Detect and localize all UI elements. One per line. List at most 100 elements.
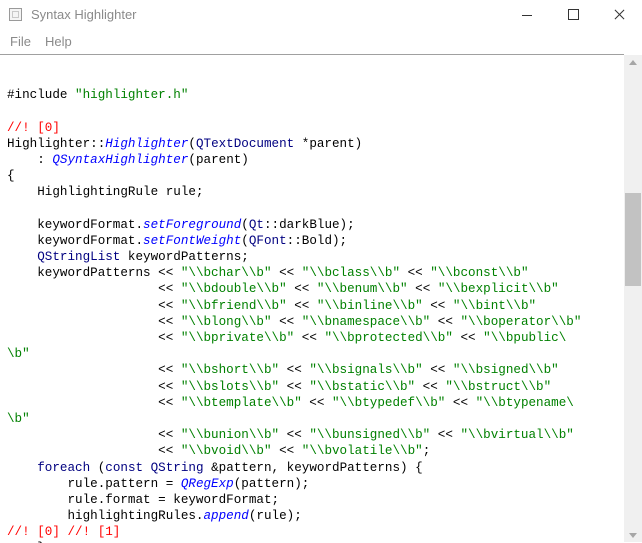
code-token: << xyxy=(279,363,310,378)
code-token-str: "\\bstruct\\b" xyxy=(445,379,552,394)
vertical-scrollbar[interactable] xyxy=(624,55,642,542)
code-token: ::darkBlue); xyxy=(263,217,355,232)
code-token: << xyxy=(7,363,181,378)
window-title: Syntax Highlighter xyxy=(31,7,137,22)
code-token: (pattern); xyxy=(233,476,310,491)
code-token: (parent) xyxy=(188,152,249,167)
code-token: << xyxy=(445,395,476,410)
code-token: << xyxy=(422,363,453,378)
code-token: << xyxy=(271,314,302,329)
code-line: HighlightingRule rule; xyxy=(7,184,581,200)
code-line: : QSyntaxHighlighter(parent) xyxy=(7,152,581,168)
minimize-button[interactable] xyxy=(504,0,550,30)
code-token-cmt: //! [0] //! [1] xyxy=(7,525,121,540)
code-token: *parent) xyxy=(294,136,363,151)
code-line: #include "highlighter.h" xyxy=(7,87,581,103)
code-token: << xyxy=(271,266,302,281)
code-line: QStringList keywordPatterns; xyxy=(7,249,581,265)
code-token: << xyxy=(452,331,484,345)
code-line: << "\\bslots\\b" << "\\bstatic\\b" << "\… xyxy=(7,379,581,395)
code-token-str: "highlighter.h" xyxy=(75,88,189,103)
code-token-str: "\\bsignals\\b" xyxy=(309,363,423,378)
code-token: << xyxy=(279,379,310,394)
code-token-str: "\\bslots\\b" xyxy=(180,379,280,394)
code-token-str: "\\bvoid\\b" xyxy=(180,444,272,459)
code-line: << "\\bprivate\\b" << "\\bprotected\\b" … xyxy=(7,330,581,346)
code-content[interactable]: #include "highlighter.h"//! [0] Highlight… xyxy=(7,71,581,543)
code-token-str: "\\bsigned\\b" xyxy=(452,363,559,378)
code-token: Highlighter:: xyxy=(7,136,106,151)
code-line: << "\\bunion\\b" << "\\bunsigned\\b" << … xyxy=(7,427,581,443)
code-token: << xyxy=(301,395,332,410)
code-token: << xyxy=(415,379,446,394)
code-token-str: "\\bclass\\b" xyxy=(301,266,401,281)
code-line: << "\\bvoid\\b" << "\\bvolatile\\b"; xyxy=(7,443,581,459)
code-token: << xyxy=(7,379,181,394)
code-token-str: "\\bstatic\\b" xyxy=(309,379,416,394)
menu-bar: File Help xyxy=(0,30,642,52)
code-token: << xyxy=(407,282,438,297)
maximize-button[interactable] xyxy=(550,0,596,30)
scroll-up-arrow-icon[interactable] xyxy=(629,60,637,65)
code-token-cmt: //! [0] xyxy=(7,120,60,135)
code-token-str: "\\bint\\b" xyxy=(452,298,537,313)
code-line: rule.format = keywordFormat; xyxy=(7,492,581,508)
code-token: << xyxy=(7,331,181,345)
code-token: { xyxy=(7,169,15,184)
code-token-kw: const xyxy=(105,460,144,475)
scroll-down-arrow-icon[interactable] xyxy=(629,533,637,538)
scrollbar-thumb[interactable] xyxy=(625,193,641,286)
code-token: ( xyxy=(90,460,106,475)
code-token-str: "\\binline\\b" xyxy=(316,298,423,313)
code-token-str: "\\bprotected\\b" xyxy=(324,331,453,345)
code-line: << "\\bfriend\\b" << "\\binline\\b" << "… xyxy=(7,298,581,314)
close-button[interactable] xyxy=(596,0,642,30)
code-token: << xyxy=(279,428,310,443)
code-token-str: "\\bprivate\\b" xyxy=(180,331,295,345)
code-token: << xyxy=(7,395,181,410)
code-token-fn: setForeground xyxy=(143,217,242,232)
code-line: \b" xyxy=(7,411,581,427)
code-token: ::Bold); xyxy=(286,233,348,248)
menu-help[interactable]: Help xyxy=(45,34,72,49)
app-icon xyxy=(9,8,22,21)
code-token-str: "\\bunsigned\\b" xyxy=(309,428,431,443)
code-token-str: "\\bchar\\b" xyxy=(180,266,272,281)
code-token-str: \b" xyxy=(7,411,30,426)
code-token: highlightingRules. xyxy=(7,509,204,524)
code-token-str: "\\bshort\\b" xyxy=(180,363,280,378)
code-line: << "\\bdouble\\b" << "\\benum\\b" << "\\… xyxy=(7,281,581,297)
code-token-str: "\\bconst\\b" xyxy=(430,266,529,281)
code-line: << "\\btemplate\\b" << "\\btypedef\\b" <… xyxy=(7,395,581,411)
code-token: rule.format = keywordFormat; xyxy=(7,492,280,507)
code-editor[interactable]: #include "highlighter.h"//! [0] Highlight… xyxy=(0,54,624,543)
code-token-str: "\\bunion\\b" xyxy=(180,428,280,443)
code-token: << xyxy=(430,428,461,443)
code-token-cls: QFont xyxy=(248,233,287,248)
code-token-str: "\\btypedef\\b" xyxy=(331,395,446,410)
code-token-cls: Qt xyxy=(248,217,264,232)
code-token: keywordPatterns << xyxy=(7,266,181,281)
code-token-str: "\\bfriend\\b" xyxy=(180,298,287,313)
code-token: HighlightingRule rule; xyxy=(7,185,204,200)
code-line: highlightingRules.append(rule); xyxy=(7,508,581,524)
code-token: << xyxy=(286,298,317,313)
title-bar[interactable]: Syntax Highlighter xyxy=(0,0,642,30)
code-line: Highlighter::Highlighter(QTextDocument *… xyxy=(7,136,581,152)
code-line: \b" xyxy=(7,346,581,362)
code-token-str: "\\benum\\b" xyxy=(316,282,408,297)
code-token-str: "\\boperator\\b" xyxy=(460,314,582,329)
code-line: //! [0] xyxy=(7,120,581,136)
code-token-kw: foreach xyxy=(37,460,91,475)
code-line: keywordFormat.setForeground(Qt::darkBlue… xyxy=(7,217,581,233)
menu-file[interactable]: File xyxy=(10,34,31,49)
code-line: foreach (const QString &pattern, keyword… xyxy=(7,460,581,476)
code-token-fn: append xyxy=(203,509,249,524)
code-token: keywordFormat. xyxy=(7,217,144,232)
code-line: keywordPatterns << "\\bchar\\b" << "\\bc… xyxy=(7,265,581,281)
